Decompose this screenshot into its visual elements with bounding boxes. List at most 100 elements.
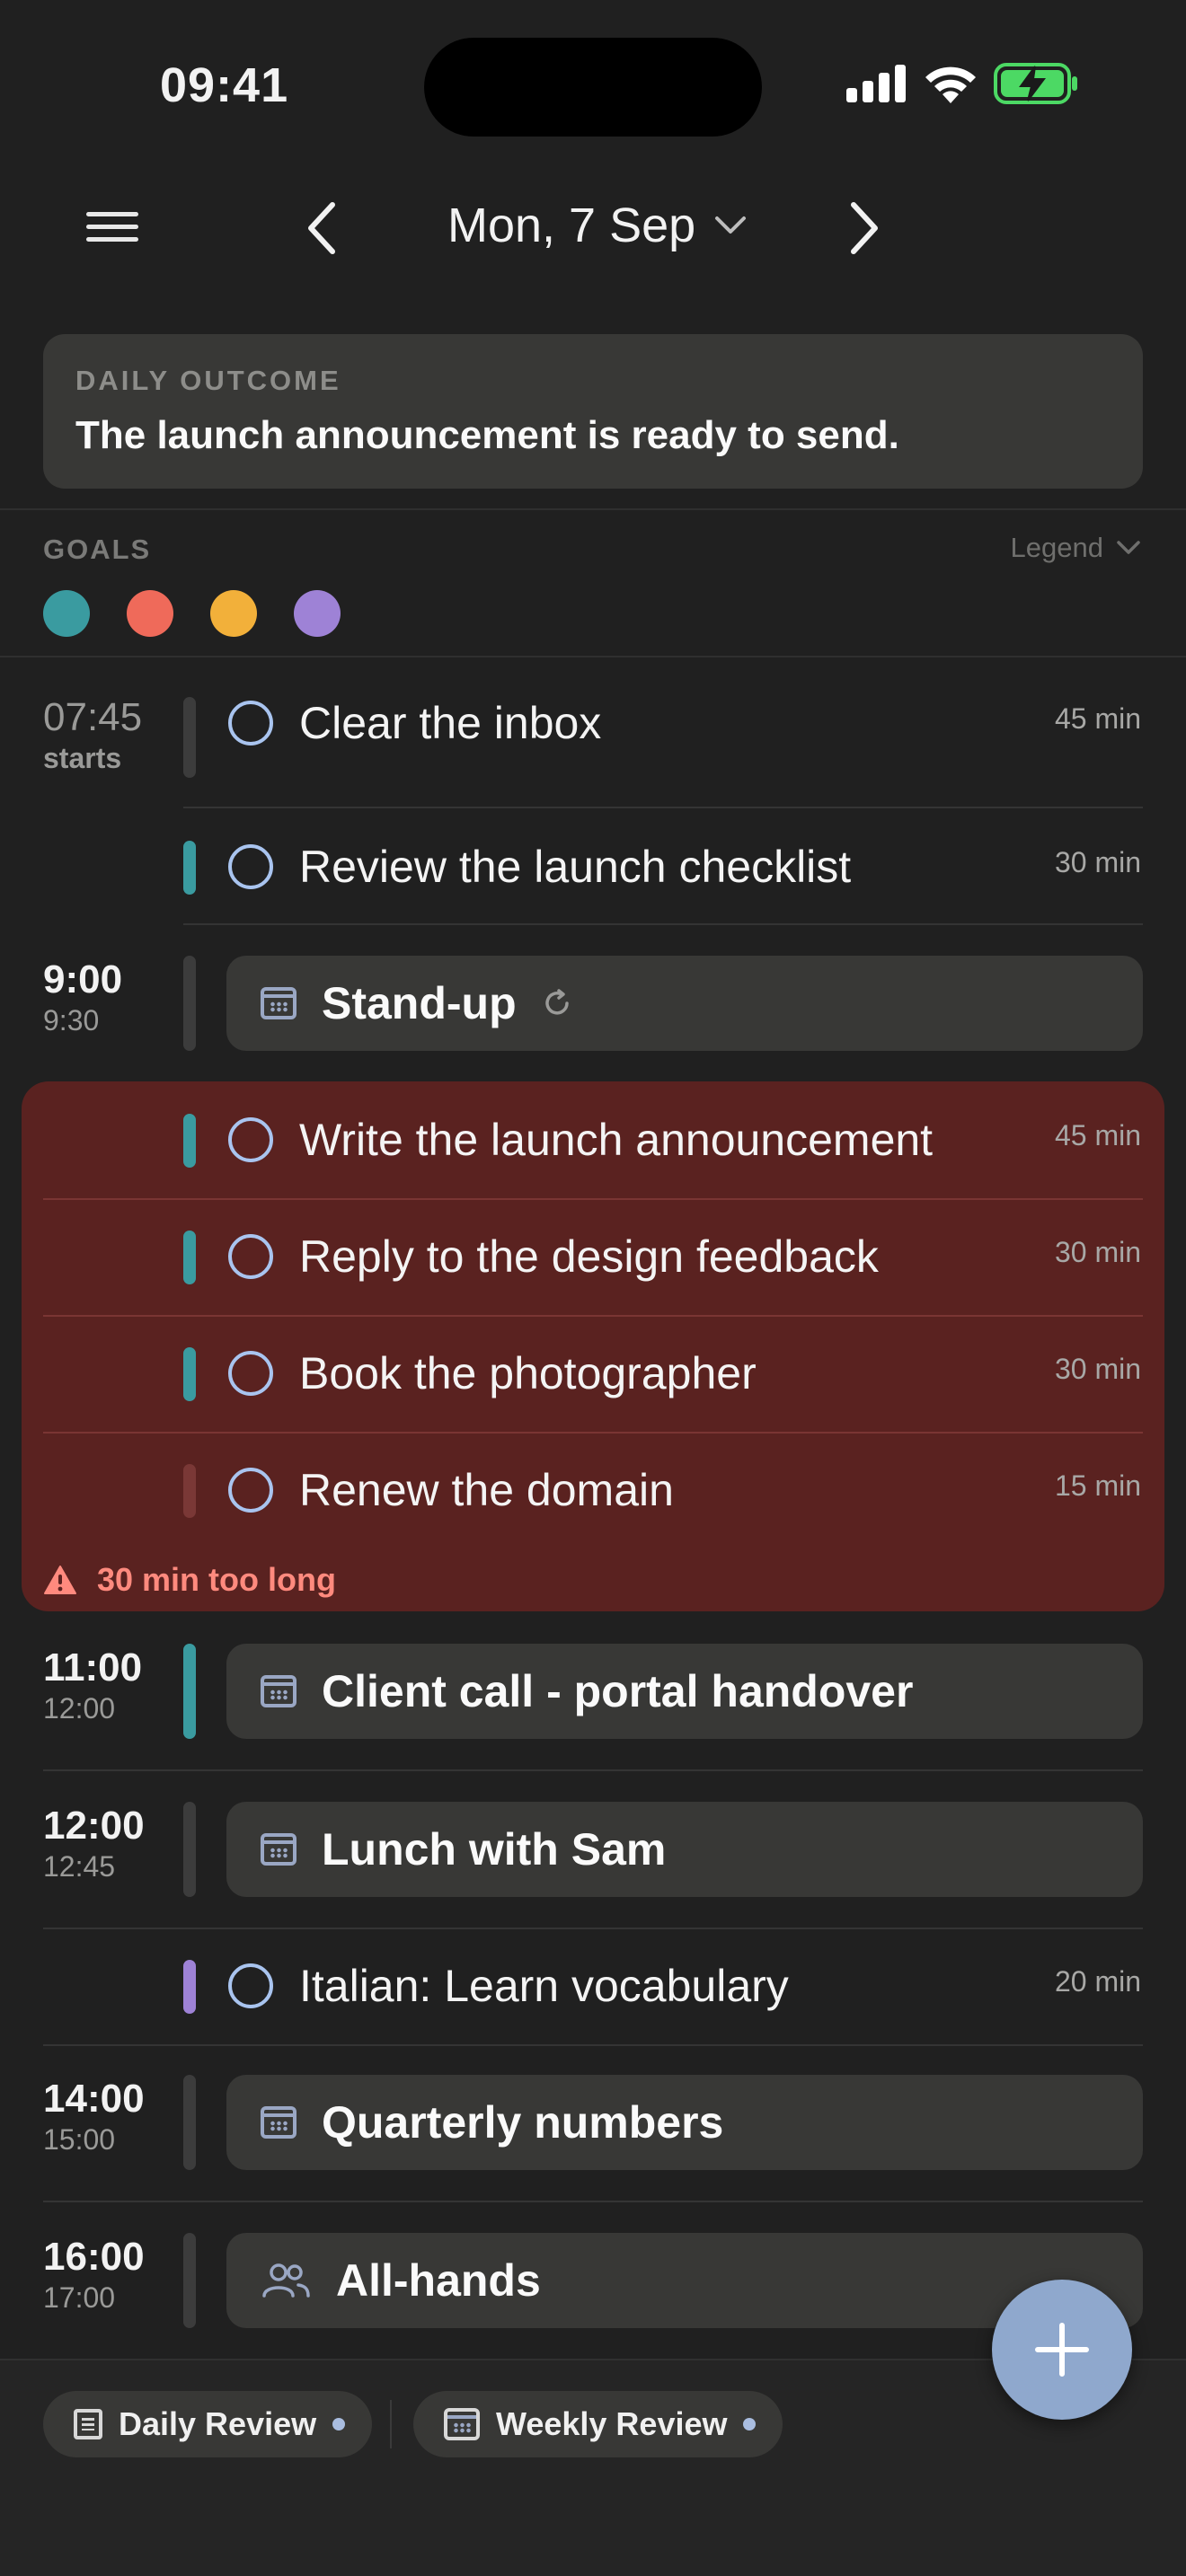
task-title[interactable]: Write the launch announcement xyxy=(299,1114,933,1166)
chevron-down-icon xyxy=(715,216,747,234)
dynamic-island xyxy=(424,38,762,137)
goal-bar xyxy=(183,841,196,895)
task-title[interactable]: Review the launch checklist xyxy=(299,841,851,893)
calendar-icon xyxy=(444,2408,480,2440)
row-separator xyxy=(183,923,1143,925)
next-day-button[interactable] xyxy=(836,199,890,257)
task-checkbox[interactable] xyxy=(228,1234,273,1279)
event-title: Client call - portal handover xyxy=(322,1666,914,1716)
task-checkbox[interactable] xyxy=(228,1117,273,1162)
task-duration: 30 min xyxy=(1054,1353,1141,1385)
daily-review-label: Daily Review xyxy=(119,2405,317,2442)
divider xyxy=(390,2400,392,2448)
status-time: 09:41 xyxy=(160,58,289,112)
time-label: 14:00 15:00 xyxy=(43,2077,145,2156)
task-duration: 30 min xyxy=(1054,846,1141,878)
weekly-review-button[interactable]: Weekly Review xyxy=(413,2391,783,2457)
goal-dot-purple[interactable] xyxy=(294,590,341,637)
task-duration: 45 min xyxy=(1054,1119,1141,1151)
goal-bar xyxy=(183,2233,196,2328)
task-title[interactable]: Book the photographer xyxy=(299,1347,757,1399)
document-icon xyxy=(74,2409,102,2439)
task-duration: 45 min xyxy=(1054,702,1141,735)
calendar-icon xyxy=(261,987,296,1019)
time-label: 9:00 9:30 xyxy=(43,957,123,1037)
row-separator xyxy=(43,2201,1143,2202)
task-title[interactable]: Clear the inbox xyxy=(299,697,601,749)
goal-bar xyxy=(183,1231,196,1284)
goal-bar xyxy=(183,1960,196,2014)
divider xyxy=(0,656,1186,657)
goal-dot-teal[interactable] xyxy=(43,590,90,637)
event-card[interactable]: Quarterly numbers xyxy=(226,2075,1143,2170)
event-title: All-hands xyxy=(336,2255,541,2306)
row-separator xyxy=(43,1432,1143,1434)
date-label: Mon, 7 Sep xyxy=(447,198,696,252)
task-checkbox[interactable] xyxy=(228,1468,273,1513)
event-card[interactable]: Lunch with Sam xyxy=(226,1802,1143,1897)
divider xyxy=(0,508,1186,510)
calendar-icon xyxy=(261,1675,296,1707)
calendar-icon xyxy=(261,1833,296,1866)
row-separator xyxy=(43,2044,1143,2046)
goals-label: GOALS xyxy=(43,534,152,565)
task-checkbox[interactable] xyxy=(228,1963,273,2008)
goal-bar xyxy=(183,697,196,778)
row-separator xyxy=(43,1315,1143,1317)
signal-icon xyxy=(846,65,906,102)
goal-dot-coral[interactable] xyxy=(127,590,173,637)
task-checkbox[interactable] xyxy=(228,844,273,889)
add-button[interactable] xyxy=(992,2280,1132,2420)
date-selector[interactable]: Mon, 7 Sep xyxy=(447,198,748,253)
time-label: 07:45 starts xyxy=(43,695,143,774)
people-icon xyxy=(262,2263,310,2298)
outcome-text: The launch announcement is ready to send… xyxy=(75,413,899,457)
wifi-icon xyxy=(925,66,976,103)
event-card[interactable]: Stand-up xyxy=(226,956,1143,1051)
task-title[interactable]: Italian: Learn vocabulary xyxy=(299,1960,789,2012)
goal-dot-yellow[interactable] xyxy=(210,590,257,637)
status-icons xyxy=(846,63,1078,104)
event-title: Quarterly numbers xyxy=(322,2097,724,2148)
chevron-down-icon xyxy=(1117,541,1140,554)
calendar-icon xyxy=(261,2106,296,2139)
battery-charging-icon xyxy=(994,63,1077,104)
time-label: 12:00 12:45 xyxy=(43,1804,145,1883)
previous-day-button[interactable] xyxy=(296,199,350,257)
legend-toggle[interactable]: Legend xyxy=(1011,532,1141,564)
task-checkbox[interactable] xyxy=(228,701,273,745)
daily-outcome-card[interactable]: DAILY OUTCOME The launch announcement is… xyxy=(43,334,1143,489)
time-label: 11:00 12:00 xyxy=(43,1645,143,1725)
time-label: 16:00 17:00 xyxy=(43,2235,145,2314)
task-duration: 20 min xyxy=(1054,1965,1141,1998)
goal-bar xyxy=(183,1464,196,1518)
menu-icon[interactable] xyxy=(86,212,138,243)
task-duration: 30 min xyxy=(1054,1236,1141,1268)
goal-bar xyxy=(183,1802,196,1897)
outcome-label: DAILY OUTCOME xyxy=(75,365,341,396)
task-duration: 15 min xyxy=(1054,1469,1141,1502)
plus-icon xyxy=(1035,2323,1089,2377)
goal-bar xyxy=(183,956,196,1051)
overload-warning: 30 min too long xyxy=(43,1561,336,1599)
warning-text: 30 min too long xyxy=(97,1561,336,1598)
task-title[interactable]: Renew the domain xyxy=(299,1464,674,1516)
daily-review-button[interactable]: Daily Review xyxy=(43,2391,373,2457)
repeat-icon xyxy=(544,989,569,1015)
row-separator xyxy=(43,1198,1143,1200)
goal-bar xyxy=(183,1644,196,1739)
row-separator xyxy=(43,1928,1143,1929)
indicator-dot xyxy=(332,2418,346,2430)
row-separator xyxy=(43,1769,1143,1771)
goal-bar xyxy=(183,2075,196,2170)
event-title: Stand-up xyxy=(322,978,517,1028)
row-separator xyxy=(183,807,1143,808)
event-title: Lunch with Sam xyxy=(322,1824,667,1875)
goal-bar xyxy=(183,1114,196,1168)
task-title[interactable]: Reply to the design feedback xyxy=(299,1231,879,1283)
warning-icon xyxy=(44,1566,76,1594)
event-card[interactable]: Client call - portal handover xyxy=(226,1644,1143,1739)
indicator-dot xyxy=(743,2418,757,2430)
task-checkbox[interactable] xyxy=(228,1351,273,1396)
goal-bar xyxy=(183,1347,196,1401)
